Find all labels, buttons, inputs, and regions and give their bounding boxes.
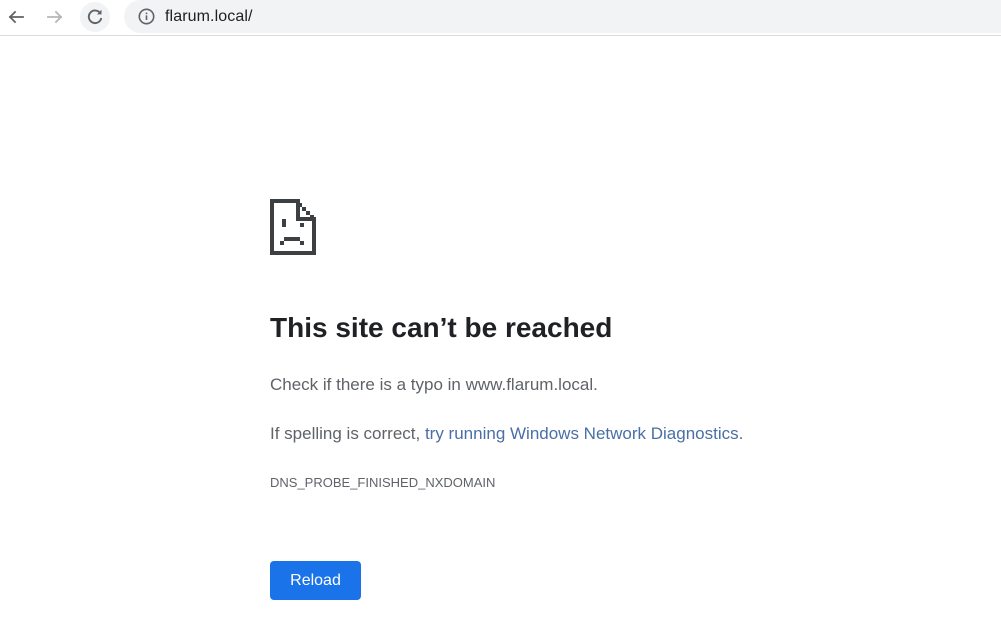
arrow-right-icon [47,10,63,24]
browser-toolbar: flarum.local/ [0,0,1001,36]
back-button[interactable] [1,2,31,32]
info-circle-icon[interactable] [137,8,155,26]
sad-document-icon [270,199,316,255]
page-title: This site can’t be reached [270,312,613,343]
network-diagnostics-link[interactable]: try running Windows Network Diagnostics [425,424,739,443]
forward-button[interactable] [40,2,70,32]
reload-toolbar-button[interactable] [80,2,110,32]
error-code: DNS_PROBE_FINISHED_NXDOMAIN [270,475,496,490]
typo-hint: Check if there is a typo in www.flarum.l… [270,375,598,394]
diagnostics-hint: If spelling is correct, try running Wind… [270,424,743,444]
reload-button[interactable]: Reload [270,561,361,600]
arrow-left-icon [8,10,24,24]
address-bar[interactable]: flarum.local/ [124,0,1001,33]
diagnostics-hint-prefix: If spelling is correct, [270,424,425,443]
url-text: flarum.local/ [165,7,253,25]
reload-icon [87,9,103,25]
diagnostics-hint-suffix: . [738,424,744,443]
